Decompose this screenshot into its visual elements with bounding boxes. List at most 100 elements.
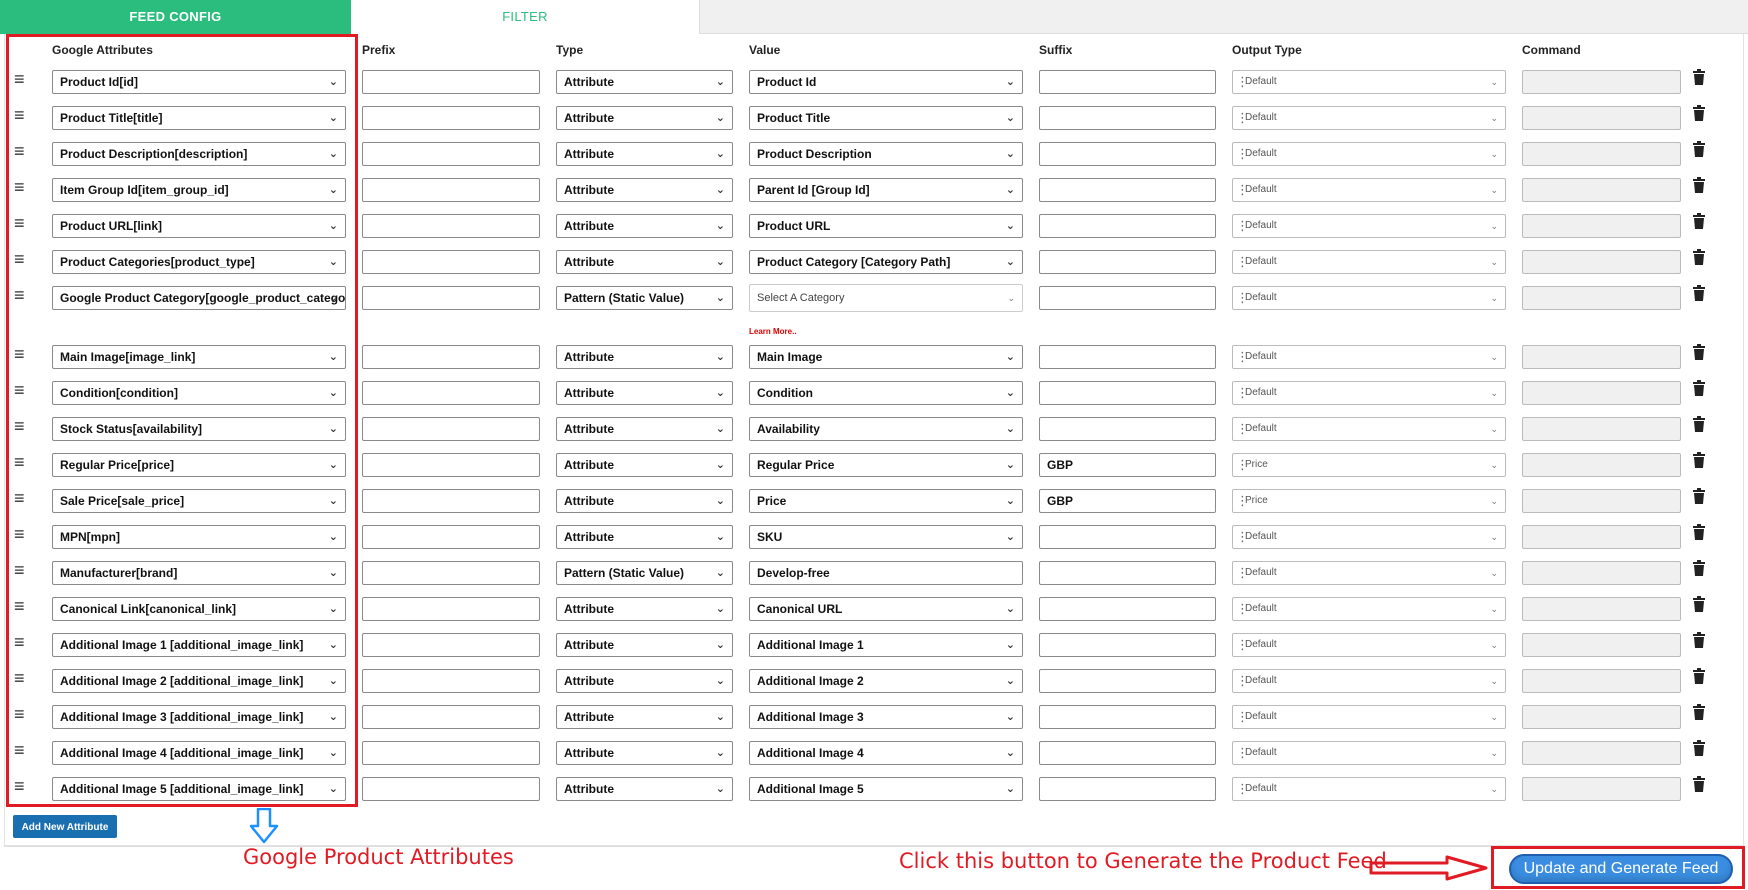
command-input[interactable] <box>1522 250 1681 274</box>
suffix-input[interactable] <box>1039 214 1216 238</box>
suffix-input[interactable]: GBP <box>1039 489 1216 513</box>
output-type-select[interactable]: Price ⌄ <box>1232 489 1506 513</box>
value-select[interactable]: Product Id ⌄ <box>749 70 1023 94</box>
value-select[interactable]: SKU ⌄ <box>749 525 1023 549</box>
tab-filter[interactable]: FILTER <box>351 0 700 34</box>
output-type-select[interactable]: Default ⌄ <box>1232 705 1506 729</box>
command-input[interactable] <box>1522 633 1681 657</box>
suffix-input[interactable] <box>1039 142 1216 166</box>
value-select[interactable]: Product Description ⌄ <box>749 142 1023 166</box>
command-input[interactable] <box>1522 70 1681 94</box>
command-input[interactable] <box>1522 561 1681 585</box>
update-and-generate-feed-button[interactable]: Update and Generate Feed <box>1509 854 1733 884</box>
trash-icon[interactable] <box>1692 740 1706 758</box>
command-input[interactable] <box>1522 597 1681 621</box>
command-input[interactable] <box>1522 381 1681 405</box>
suffix-input[interactable] <box>1039 250 1216 274</box>
suffix-input[interactable] <box>1039 381 1216 405</box>
type-select[interactable]: Attribute ⌄ <box>556 777 733 801</box>
type-select[interactable]: Attribute ⌄ <box>556 214 733 238</box>
type-select[interactable]: Attribute ⌄ <box>556 741 733 765</box>
trash-icon[interactable] <box>1692 452 1706 470</box>
add-new-attribute-button[interactable]: Add New Attribute <box>13 815 117 838</box>
output-type-select[interactable]: Default ⌄ <box>1232 214 1506 238</box>
suffix-input[interactable] <box>1039 561 1216 585</box>
command-input[interactable] <box>1522 705 1681 729</box>
prefix-input[interactable] <box>362 345 540 369</box>
trash-icon[interactable] <box>1692 105 1706 123</box>
output-type-select[interactable]: Default ⌄ <box>1232 286 1506 310</box>
command-input[interactable] <box>1522 345 1681 369</box>
prefix-input[interactable] <box>362 70 540 94</box>
prefix-input[interactable] <box>362 250 540 274</box>
type-select[interactable]: Attribute ⌄ <box>556 70 733 94</box>
command-input[interactable] <box>1522 489 1681 513</box>
command-input[interactable] <box>1522 777 1681 801</box>
output-type-select[interactable]: Default ⌄ <box>1232 633 1506 657</box>
trash-icon[interactable] <box>1692 177 1706 195</box>
trash-icon[interactable] <box>1692 213 1706 231</box>
output-type-select[interactable]: Default ⌄ <box>1232 669 1506 693</box>
type-select[interactable]: Pattern (Static Value) ⌄ <box>556 286 733 310</box>
suffix-input[interactable]: GBP <box>1039 453 1216 477</box>
output-type-select[interactable]: Default ⌄ <box>1232 597 1506 621</box>
output-type-select[interactable]: Default ⌄ <box>1232 106 1506 130</box>
prefix-input[interactable] <box>362 106 540 130</box>
trash-icon[interactable] <box>1692 380 1706 398</box>
prefix-input[interactable] <box>362 381 540 405</box>
trash-icon[interactable] <box>1692 668 1706 686</box>
type-select[interactable]: Attribute ⌄ <box>556 106 733 130</box>
command-input[interactable] <box>1522 741 1681 765</box>
suffix-input[interactable] <box>1039 633 1216 657</box>
type-select[interactable]: Attribute ⌄ <box>556 178 733 202</box>
trash-icon[interactable] <box>1692 524 1706 542</box>
output-type-select[interactable]: Default ⌄ <box>1232 777 1506 801</box>
suffix-input[interactable] <box>1039 106 1216 130</box>
type-select[interactable]: Pattern (Static Value) ⌄ <box>556 561 733 585</box>
type-select[interactable]: Attribute ⌄ <box>556 597 733 621</box>
output-type-select[interactable]: Default ⌄ <box>1232 741 1506 765</box>
value-select[interactable]: Main Image ⌄ <box>749 345 1023 369</box>
suffix-input[interactable] <box>1039 741 1216 765</box>
type-select[interactable]: Attribute ⌄ <box>556 453 733 477</box>
value-select[interactable]: Product Title ⌄ <box>749 106 1023 130</box>
trash-icon[interactable] <box>1692 596 1706 614</box>
value-select[interactable]: Condition ⌄ <box>749 381 1023 405</box>
prefix-input[interactable] <box>362 489 540 513</box>
prefix-input[interactable] <box>362 597 540 621</box>
command-input[interactable] <box>1522 178 1681 202</box>
prefix-input[interactable] <box>362 178 540 202</box>
prefix-input[interactable] <box>362 525 540 549</box>
output-type-select[interactable]: Default ⌄ <box>1232 70 1506 94</box>
prefix-input[interactable] <box>362 214 540 238</box>
type-select[interactable]: Attribute ⌄ <box>556 345 733 369</box>
command-input[interactable] <box>1522 286 1681 310</box>
command-input[interactable] <box>1522 417 1681 441</box>
trash-icon[interactable] <box>1692 249 1706 267</box>
command-input[interactable] <box>1522 214 1681 238</box>
value-select[interactable]: Additional Image 3 ⌄ <box>749 705 1023 729</box>
prefix-input[interactable] <box>362 705 540 729</box>
prefix-input[interactable] <box>362 561 540 585</box>
trash-icon[interactable] <box>1692 69 1706 87</box>
trash-icon[interactable] <box>1692 344 1706 362</box>
command-input[interactable] <box>1522 142 1681 166</box>
command-input[interactable] <box>1522 525 1681 549</box>
value-select[interactable]: Additional Image 4 ⌄ <box>749 741 1023 765</box>
type-select[interactable]: Attribute ⌄ <box>556 525 733 549</box>
suffix-input[interactable] <box>1039 70 1216 94</box>
command-input[interactable] <box>1522 669 1681 693</box>
trash-icon[interactable] <box>1692 560 1706 578</box>
suffix-input[interactable] <box>1039 286 1216 310</box>
trash-icon[interactable] <box>1692 141 1706 159</box>
output-type-select[interactable]: Default ⌄ <box>1232 381 1506 405</box>
prefix-input[interactable] <box>362 286 540 310</box>
value-select[interactable]: Additional Image 1 ⌄ <box>749 633 1023 657</box>
value-select[interactable]: Parent Id [Group Id] ⌄ <box>749 178 1023 202</box>
suffix-input[interactable] <box>1039 669 1216 693</box>
suffix-input[interactable] <box>1039 777 1216 801</box>
type-select[interactable]: Attribute ⌄ <box>556 633 733 657</box>
category-select[interactable]: Select A Category ⌄ <box>749 284 1023 312</box>
trash-icon[interactable] <box>1692 416 1706 434</box>
prefix-input[interactable] <box>362 633 540 657</box>
